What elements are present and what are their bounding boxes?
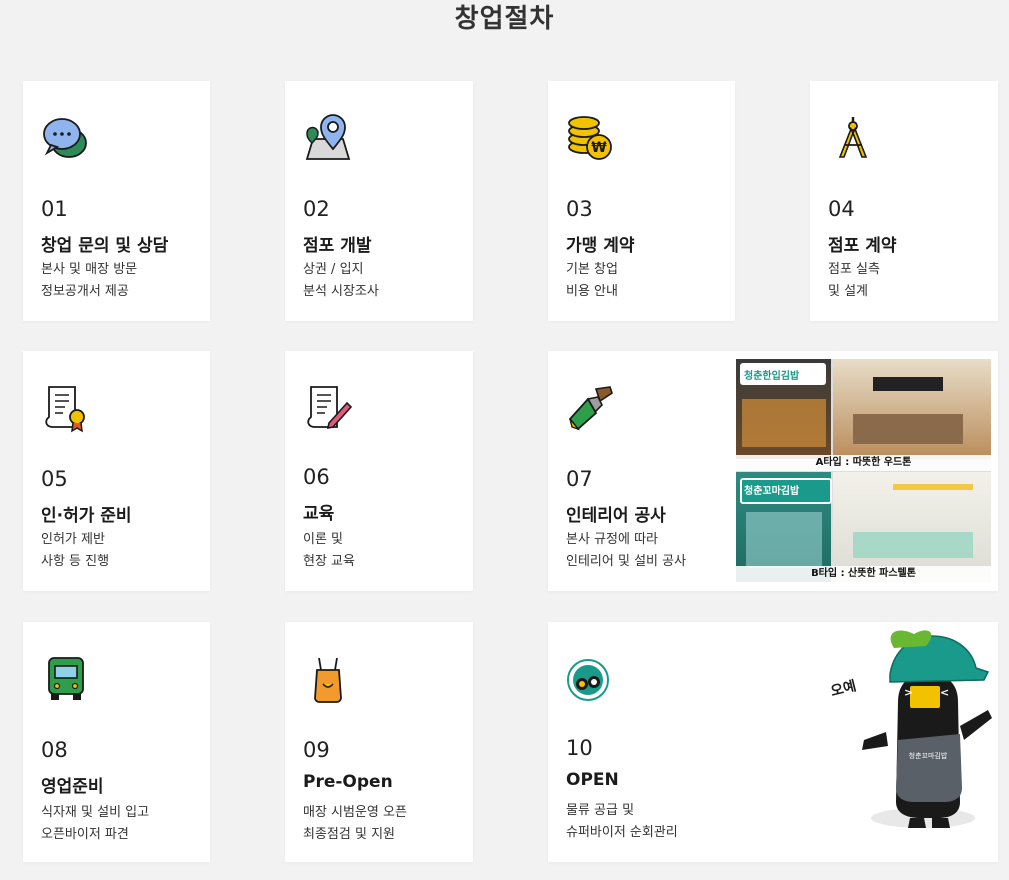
step-card-02: 02 점포 개발 상권 / 입지 분석 시장조사 — [285, 81, 473, 321]
step-card-04: 04 점포 계약 점포 실측 및 설계 — [810, 81, 998, 321]
step-desc-line-2: 사항 등 진행 — [41, 554, 110, 569]
step-desc-line-2: 비용 안내 — [566, 284, 618, 299]
step-title: 인테리어 공사 — [566, 506, 666, 526]
step-card-03: ₩ 03 가맹 계약 기본 창업 비용 안내 — [548, 81, 735, 321]
step-desc-line-1: 매장 시범운영 오픈 — [303, 805, 407, 820]
chat-bubbles-icon — [43, 118, 87, 158]
store-sign: 청춘꼬마김밥 — [744, 486, 800, 497]
paint-brush-icon — [568, 386, 613, 431]
compass-icon — [838, 117, 868, 158]
step-desc-line-2: 분석 시장조사 — [303, 284, 379, 299]
page-title: 창업절차 — [454, 4, 555, 34]
step-card-07: 07 인테리어 공사 본사 규정에 따라 인테리어 및 설비 공사 청춘한입김밥… — [548, 351, 998, 591]
step-number: 07 — [566, 467, 593, 491]
step-card-08: 08 영업준비 식자재 및 설비 입고 오픈바이저 파견 — [23, 622, 210, 862]
step-number: 01 — [41, 197, 68, 221]
step-desc-line-1: 점포 실측 — [828, 262, 880, 277]
step-desc-line-1: 이론 및 — [303, 532, 344, 547]
apron-icon — [314, 657, 342, 703]
mascot-exclamation: 오예 — [829, 678, 858, 700]
interior-photos: 청춘한입김밥 A타입 : 따뜻한 우드톤 청춘꼬마김밥 B타입 : 산뜻한 파스… — [736, 359, 991, 582]
step-number: 04 — [828, 197, 855, 221]
step-title: Pre-Open — [303, 772, 393, 792]
step-number: 02 — [303, 197, 330, 221]
step-title: 인·허가 준비 — [41, 506, 132, 526]
step-title: OPEN — [566, 770, 619, 790]
step-card-09: 09 Pre-Open 매장 시범운영 오픈 최종점검 및 지원 — [285, 622, 473, 862]
step-desc-line-2: 및 설계 — [828, 284, 869, 299]
truck-icon — [48, 657, 84, 700]
step-card-10: 10 OPEN 물류 공급 및 슈퍼바이저 순회관리 청춘꼬마김밥 > < 오예 — [548, 622, 998, 862]
step-number: 10 — [566, 736, 593, 760]
step-card-01: 01 창업 문의 및 상담 본사 및 매장 방문 정보공개서 제공 — [23, 81, 210, 321]
step-title: 점포 개발 — [303, 236, 372, 256]
step-desc-line-2: 슈퍼바이저 순회관리 — [566, 825, 678, 840]
coins-won-icon: ₩ — [568, 116, 612, 160]
store-sign: 청춘한입김밥 — [744, 371, 800, 382]
step-desc-line-2: 오픈바이저 파견 — [41, 827, 129, 842]
step-number: 09 — [303, 738, 330, 762]
svg-text:>: > — [904, 686, 913, 699]
step-card-06: 06 교육 이론 및 현장 교육 — [285, 351, 473, 591]
step-desc-line-2: 최종점검 및 지원 — [303, 827, 395, 842]
step-desc-line-1: 기본 창업 — [566, 262, 618, 277]
certificate-icon — [45, 386, 85, 433]
step-card-05: 05 인·허가 준비 인허가 제반 사항 등 진행 — [23, 351, 210, 591]
step-title: 점포 계약 — [828, 236, 897, 256]
store-photo-type-a-exterior: 청춘한입김밥 — [736, 359, 831, 459]
step-title: 영업준비 — [41, 777, 104, 797]
brand-logo-icon — [567, 659, 609, 701]
step-title: 교육 — [303, 504, 335, 524]
step-desc-line-2: 정보공개서 제공 — [41, 284, 129, 299]
step-number: 06 — [303, 465, 330, 489]
step-desc-line-1: 상권 / 입지 — [303, 262, 364, 277]
step-number: 03 — [566, 197, 593, 221]
step-desc-line-1: 인허가 제반 — [41, 532, 105, 547]
step-number: 05 — [41, 467, 68, 491]
interior-caption-type-b: B타입 : 산뜻한 파스텔톤 — [736, 566, 991, 582]
step-desc-line-2: 현장 교육 — [303, 554, 355, 569]
svg-text:₩: ₩ — [591, 140, 607, 156]
interior-caption-type-a: A타입 : 따뜻한 우드톤 — [736, 455, 991, 471]
mascot-apron-text: 청춘꼬마김밥 — [909, 751, 948, 760]
step-title: 창업 문의 및 상담 — [41, 236, 169, 256]
mascot-image: 청춘꼬마김밥 > < 오예 — [829, 630, 992, 828]
document-pen-icon — [307, 386, 353, 430]
step-number: 08 — [41, 738, 68, 762]
step-desc-line-1: 물류 공급 및 — [566, 803, 635, 818]
step-desc-line-2: 인테리어 및 설비 공사 — [566, 554, 687, 569]
store-photo-type-a-interior — [833, 359, 991, 459]
step-desc-line-1: 식자재 및 설비 입고 — [41, 805, 150, 820]
step-desc-line-1: 본사 규정에 따라 — [566, 532, 658, 547]
step-title: 가맹 계약 — [566, 236, 635, 256]
map-pin-icon — [305, 114, 351, 160]
svg-text:<: < — [940, 686, 949, 699]
step-desc-line-1: 본사 및 매장 방문 — [41, 262, 138, 277]
